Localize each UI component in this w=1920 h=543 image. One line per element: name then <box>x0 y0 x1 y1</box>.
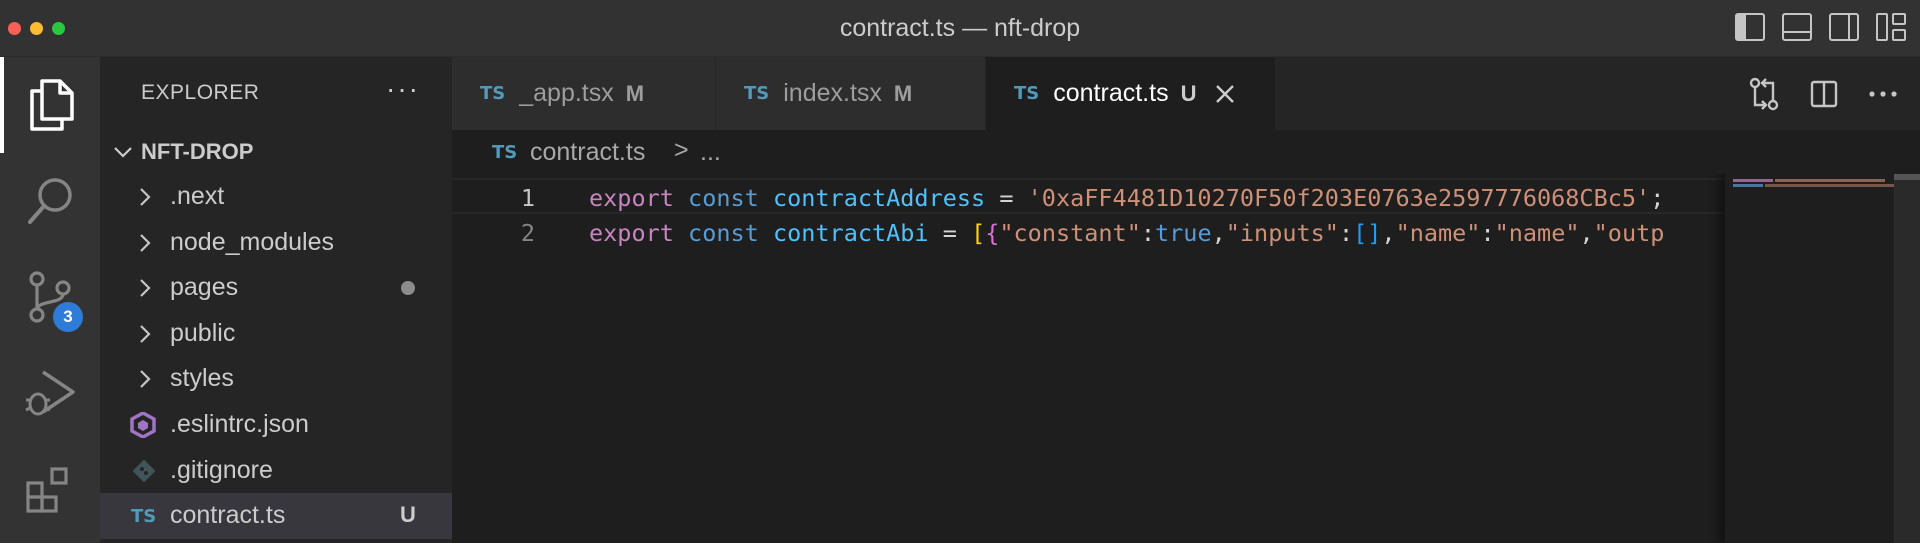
tree-item-gitignore[interactable]: .gitignore <box>100 448 452 494</box>
toggle-panel-icon[interactable] <box>1782 13 1812 41</box>
scrollbar-thumb[interactable] <box>1894 174 1920 180</box>
workspace-folder-row[interactable]: NFT-DROP <box>100 129 452 174</box>
tree-item-eslintrc[interactable]: .eslintrc.json <box>100 402 452 448</box>
chevron-right-icon <box>140 233 151 252</box>
title-bar: contract.ts — nft-drop <box>0 0 1920 57</box>
chevron-right-icon <box>140 279 151 297</box>
line-number: 1 <box>520 184 535 212</box>
explorer-title: EXPLORER <box>141 81 260 104</box>
tree-item-node-modules[interactable]: node_modules <box>100 220 452 266</box>
typescript-icon: TS <box>492 142 518 163</box>
more-actions-icon[interactable] <box>1868 90 1898 98</box>
line-code: export const contractAbi = [{"constant":… <box>589 219 1665 247</box>
line-number: 2 <box>520 219 535 247</box>
git-status-badge: U <box>400 502 416 528</box>
chevron-right-icon <box>140 325 151 343</box>
breadcrumb-symbols[interactable]: ... <box>700 138 721 167</box>
tree-item-contract-ts[interactable]: TS contract.ts U <box>100 493 452 539</box>
tree-item-pages[interactable]: pages <box>100 265 452 311</box>
tab-index-tsx[interactable]: TS index.tsx M <box>716 57 986 130</box>
typescript-icon: TS <box>744 83 770 104</box>
tree-item-label: contract.ts <box>170 501 286 530</box>
explorer-more-actions-icon[interactable]: ··· <box>386 73 420 105</box>
tree-item-label: pages <box>170 273 239 302</box>
typescript-icon: TS <box>131 506 157 528</box>
typescript-icon: TS <box>480 83 506 104</box>
chevron-down-icon <box>114 147 132 158</box>
editor-actions <box>1748 77 1898 111</box>
tree-item-label: .next <box>170 182 225 210</box>
editor-tab-bar: TS _app.tsx M TS index.tsx M TS contract… <box>452 57 1920 130</box>
tab-git-status: M <box>893 80 913 106</box>
explorer-header: EXPLORER ··· <box>100 57 452 129</box>
run-debug-icon <box>25 370 75 416</box>
tree-item-label: styles <box>170 364 234 393</box>
minimap-line <box>1733 184 1763 187</box>
breadcrumb-file[interactable]: contract.ts <box>530 138 645 167</box>
minimap-line <box>1765 184 1895 187</box>
source-control-badge: 3 <box>53 302 83 332</box>
tree-item-label: public <box>170 318 236 347</box>
tab-git-status: M <box>625 80 645 106</box>
tab-label: contract.ts <box>1053 79 1169 107</box>
tree-item-public[interactable]: public <box>100 311 452 357</box>
tab-app-tsx[interactable]: TS _app.tsx M <box>452 57 716 130</box>
tab-label: index.tsx <box>783 79 882 107</box>
tree-item-styles[interactable]: styles <box>100 356 452 402</box>
activity-source-control[interactable]: 3 <box>0 249 100 345</box>
chevron-right-icon <box>140 370 151 389</box>
activity-extensions[interactable] <box>0 441 100 537</box>
minimap-line <box>1733 179 1773 182</box>
breadcrumb-separator: > <box>674 136 689 164</box>
chevron-right-icon <box>140 188 151 206</box>
modified-dot-indicator <box>401 281 415 296</box>
git-icon <box>132 459 156 482</box>
breadcrumb: TS contract.ts > ... <box>452 130 1920 174</box>
workspace-folder-name: NFT-DROP <box>141 138 254 164</box>
activity-run-debug[interactable] <box>0 345 100 441</box>
split-editor-icon[interactable] <box>1810 80 1838 108</box>
code-line[interactable]: 1 export const contractAddress = '0xaFF4… <box>452 178 1724 214</box>
typescript-icon: TS <box>1014 83 1040 104</box>
close-icon[interactable] <box>1214 83 1236 105</box>
files-icon <box>30 79 74 131</box>
activity-bar: 3 <box>0 57 100 543</box>
tab-git-status: U <box>1180 80 1197 106</box>
tab-contract-ts[interactable]: TS contract.ts U <box>986 57 1276 130</box>
search-icon <box>28 178 72 224</box>
line-code: export const contractAddress = '0xaFF448… <box>589 184 1665 212</box>
customize-layout-icon[interactable] <box>1876 13 1906 41</box>
window-title: contract.ts — nft-drop <box>839 14 1081 42</box>
toggle-secondary-sidebar-icon[interactable] <box>1829 13 1859 41</box>
minimap-line <box>1775 179 1885 182</box>
tree-item-next[interactable]: .next <box>100 174 452 220</box>
tree-item-label: .eslintrc.json <box>170 409 309 438</box>
tab-label: _app.tsx <box>519 79 614 107</box>
extensions-icon <box>26 467 68 513</box>
activity-explorer[interactable] <box>0 57 100 153</box>
vertical-scrollbar[interactable] <box>1894 174 1920 543</box>
minimap[interactable] <box>1724 174 1920 543</box>
code-line[interactable]: 2 export const contractAbi = [{"constant… <box>452 215 1724 251</box>
activity-search[interactable] <box>0 153 100 249</box>
compare-changes-icon[interactable] <box>1748 77 1780 111</box>
eslint-icon <box>130 411 156 438</box>
tree-item-label: .gitignore <box>170 455 273 484</box>
layout-controls <box>1735 13 1906 41</box>
tree-item-label: node_modules <box>170 227 335 256</box>
explorer-sidebar: EXPLORER ··· NFT-DROP .next node_modules… <box>100 57 452 543</box>
code-editor[interactable]: 1 export const contractAddress = '0xaFF4… <box>452 174 1920 543</box>
toggle-primary-sidebar-icon[interactable] <box>1735 13 1765 41</box>
